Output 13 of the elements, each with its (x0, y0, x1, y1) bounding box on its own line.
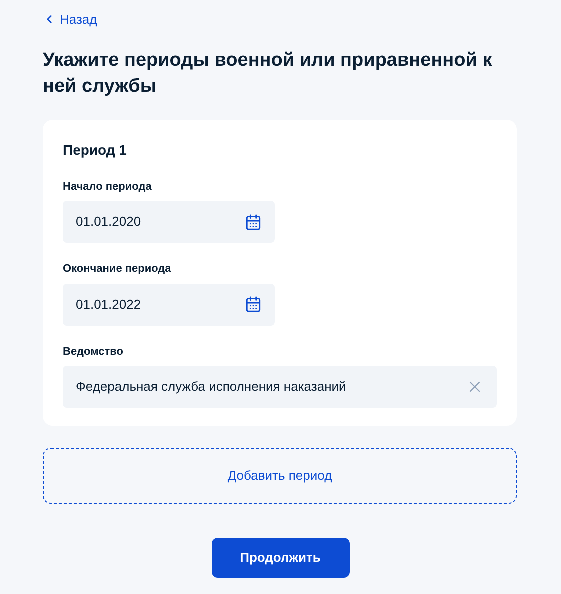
field-label: Ведомство (63, 344, 124, 360)
date-field[interactable]: 01.01.2022 (63, 284, 275, 326)
field-label: Начало периода (63, 180, 153, 194)
add-period-button[interactable]: Добавить период (43, 448, 517, 504)
calendar-icon (245, 296, 262, 313)
date-field[interactable]: 01.01.2020 (63, 201, 275, 243)
select-field[interactable]: Федеральная служба исполнения наказаний (63, 366, 497, 408)
field-label: Окончание периода (63, 262, 172, 277)
page-title: Укажите периоды военной или приравненной к ней службы (43, 48, 494, 98)
back-link[interactable]: Назад (43, 10, 98, 30)
calendar-icon (245, 214, 262, 230)
continue-button[interactable]: Продолжить (212, 538, 350, 578)
period-heading: Период 1 (63, 140, 128, 160)
